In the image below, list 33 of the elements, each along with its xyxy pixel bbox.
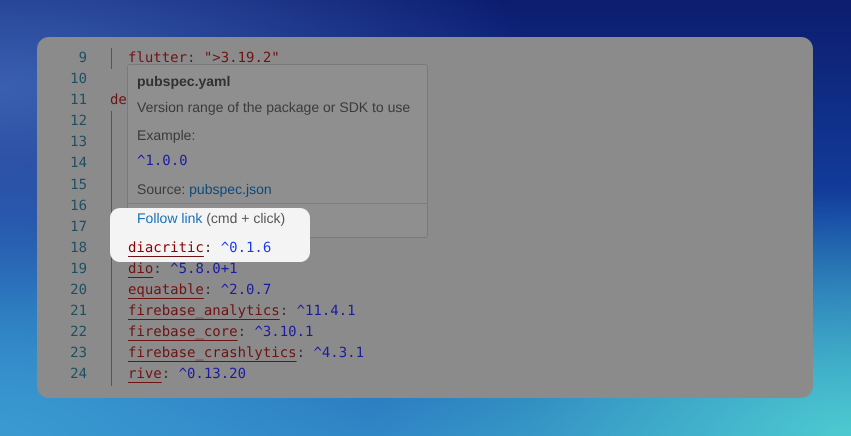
follow-link[interactable]: Follow link — [137, 210, 202, 226]
tooltip-title: pubspec.yaml — [136, 72, 232, 89]
code-line: diacritic: ^0.1.6 — [128, 240, 272, 256]
line-number: 16 — [69, 196, 87, 216]
source-label: Source: — [136, 181, 186, 197]
line-number: 13 — [69, 133, 87, 152]
line-number: 14 — [69, 154, 87, 174]
code-line: firebase_analytics: ^11.4.1 — [128, 303, 356, 320]
code-line: de — [110, 92, 127, 108]
code-line: rive: ^0.13.20 — [128, 366, 246, 382]
source-link[interactable]: pubspec.json — [189, 181, 272, 197]
code-line: equatable: ^2.0.7 — [128, 282, 272, 298]
line-number: 20 — [69, 281, 87, 300]
line-number: 22 — [69, 323, 87, 342]
line-number: 10 — [69, 70, 87, 90]
code-line: firebase_core: ^3.10.1 — [128, 324, 314, 340]
tooltip-description: Version range of the package or SDK to use — [136, 99, 412, 115]
line-number: 17 — [69, 218, 87, 237]
line-number: 24 — [69, 365, 87, 384]
line-number: 21 — [69, 302, 87, 322]
line-number: 9 — [78, 49, 87, 68]
line-number: 18 — [69, 238, 87, 258]
example-label: Example: — [136, 127, 196, 143]
line-number: 11 — [69, 91, 87, 110]
line-number: 12 — [69, 112, 87, 132]
line-number: 15 — [69, 176, 87, 195]
example-code: ^1.0.0 — [136, 153, 189, 169]
line-number: 19 — [69, 260, 87, 279]
shortcut-hint: (cmd + click) — [206, 210, 286, 226]
code-line: firebase_crashlytics: ^4.3.1 — [128, 345, 364, 362]
line-number: 23 — [69, 344, 87, 364]
code-line: dio: ^5.8.0+1 — [128, 260, 238, 277]
code-line: flutter: ">3.19.2" — [128, 50, 280, 66]
